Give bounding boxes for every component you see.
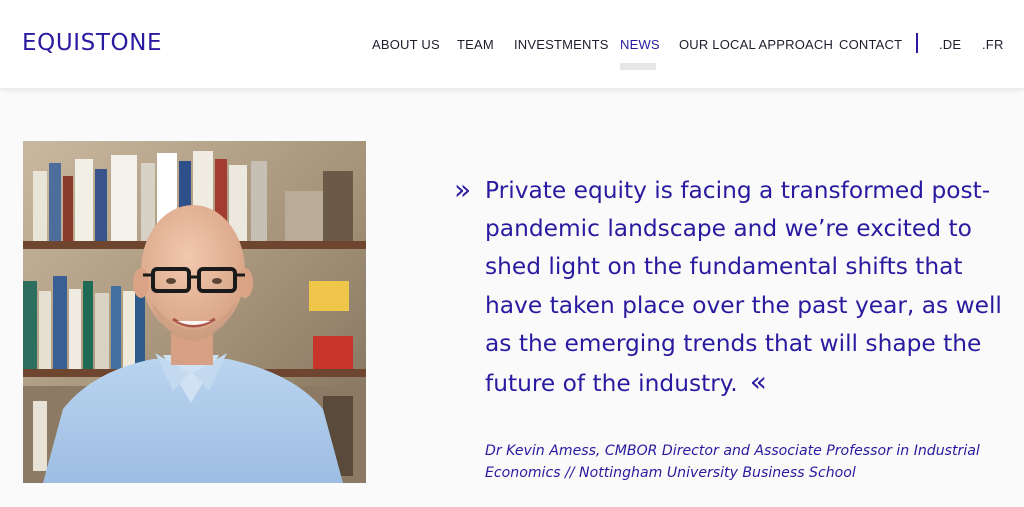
open-quote-icon: » bbox=[454, 173, 472, 206]
quote-line: have taken place over the past year, as … bbox=[485, 291, 1002, 319]
quote-line: Private equity is facing a transformed p… bbox=[485, 177, 991, 204]
quote-line: shed light on the fundamental shifts tha… bbox=[485, 253, 963, 281]
author-line: Economics // Nottingham University Busin… bbox=[485, 465, 856, 481]
quote-author: Dr Kevin Amess, CMBOR Director and Assoc… bbox=[485, 440, 1005, 484]
portrait-photo bbox=[23, 141, 366, 483]
main-nav: ABOUT US TEAM INVESTMENTS NEWS OUR LOCAL… bbox=[0, 37, 1024, 57]
nav-divider bbox=[916, 33, 918, 53]
nav-item-investments[interactable]: INVESTMENTS bbox=[514, 37, 609, 52]
quote-line: as the emerging trends that will shape t… bbox=[485, 329, 982, 357]
close-quote-icon: « bbox=[749, 365, 767, 399]
nav-item-contact[interactable]: CONTACT bbox=[839, 37, 902, 52]
language-de-link[interactable]: .DE bbox=[939, 37, 961, 52]
active-nav-indicator bbox=[620, 63, 656, 70]
author-line: Dr Kevin Amess, CMBOR Director and Assoc… bbox=[485, 443, 980, 459]
nav-item-team[interactable]: TEAM bbox=[457, 37, 494, 52]
nav-item-our-local-approach[interactable]: OUR LOCAL APPROACH bbox=[679, 37, 833, 52]
quote-line-text: future of the industry. bbox=[485, 370, 738, 398]
language-fr-link[interactable]: .FR bbox=[982, 37, 1004, 52]
quote-text: Private equity is facing a transformed p… bbox=[485, 172, 1015, 403]
quote-line: pandemic landscape and we’re excited to bbox=[485, 215, 972, 243]
nav-item-news[interactable]: NEWS bbox=[620, 37, 660, 52]
site-header: EQUISTONE ABOUT US TEAM INVESTMENTS NEWS… bbox=[0, 0, 1024, 89]
quote-line: future of the industry. « bbox=[485, 363, 1015, 403]
nav-item-about-us[interactable]: ABOUT US bbox=[372, 37, 440, 52]
